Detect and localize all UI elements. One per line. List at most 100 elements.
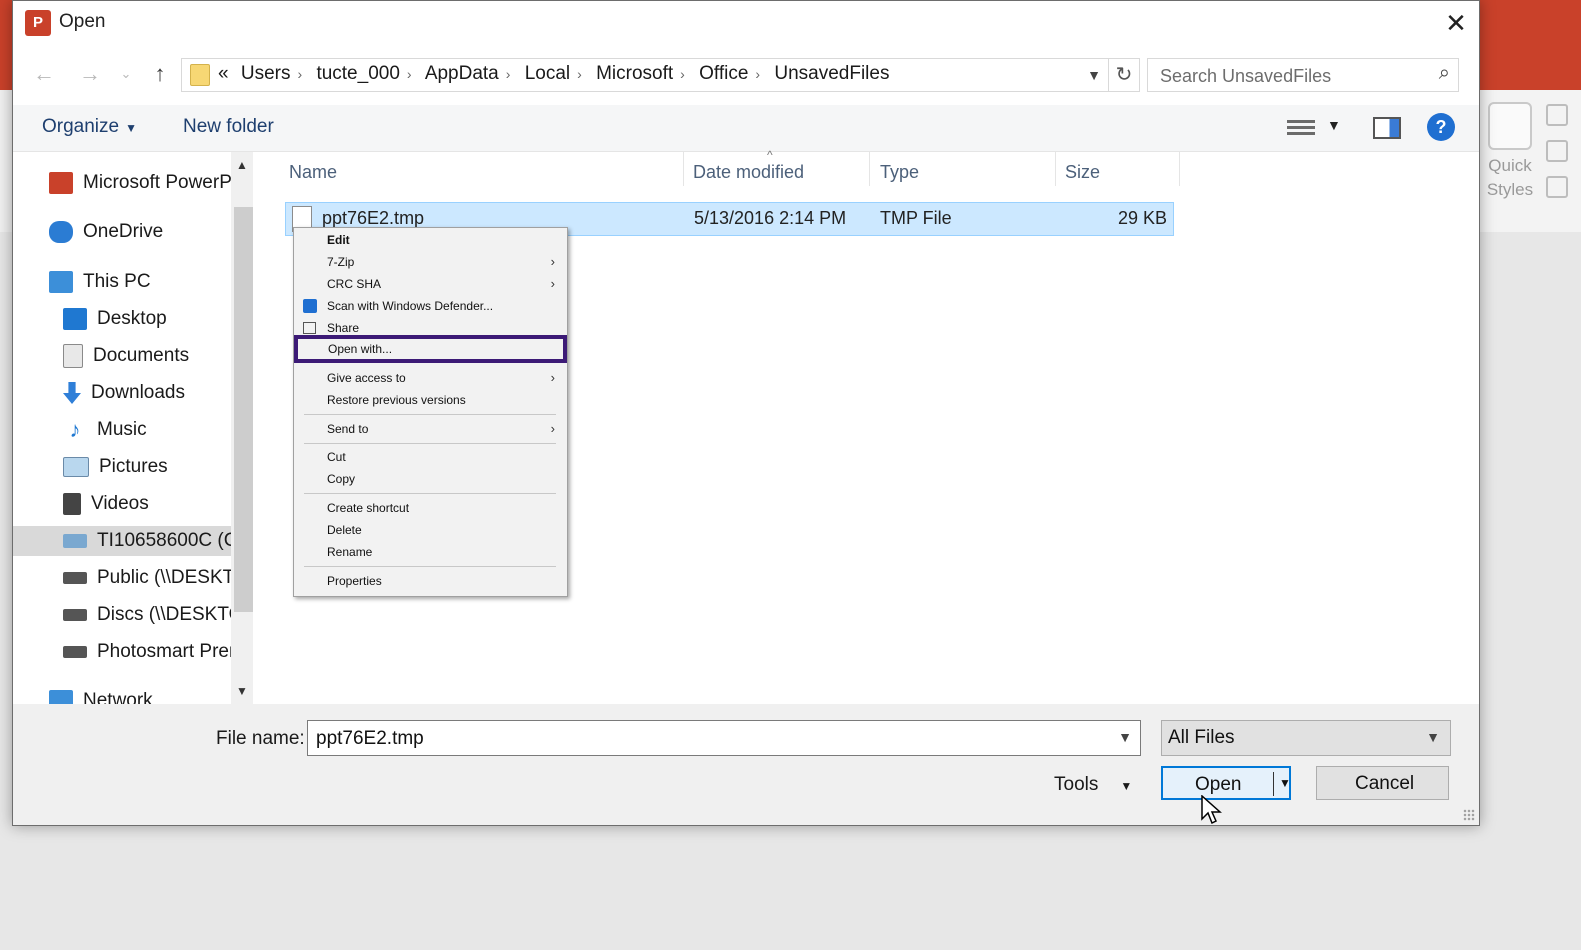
breadcrumb-microsoft[interactable]: Microsoft — [596, 63, 673, 84]
nav-item-network[interactable]: Network — [49, 686, 153, 704]
menu-item-crc-sha[interactable]: CRC SHA › — [294, 273, 567, 295]
nav-item-discs[interactable]: Discs (\\DESKTO — [63, 600, 243, 630]
menu-item-rename[interactable]: Rename — [294, 541, 567, 563]
menu-separator — [304, 443, 556, 444]
shape-outline-icon[interactable] — [1546, 140, 1568, 162]
organize-button[interactable]: Organize ▼ — [42, 116, 137, 138]
downloads-icon — [63, 381, 81, 404]
quick-styles-button[interactable]: Quick Styles — [1480, 100, 1540, 202]
forward-button[interactable]: → — [75, 59, 105, 89]
menu-item-scan-defender[interactable]: Scan with Windows Defender... — [294, 295, 567, 317]
menu-item-delete[interactable]: Delete — [294, 519, 567, 541]
breadcrumb-local[interactable]: Local — [525, 63, 570, 84]
breadcrumb-separator-icon[interactable]: › — [407, 66, 412, 82]
breadcrumb-users[interactable]: Users — [241, 63, 291, 84]
column-header-date[interactable]: Date modified — [693, 162, 804, 183]
file-type-filter-select[interactable]: All Files ▼ — [1161, 720, 1451, 756]
videos-icon — [63, 492, 81, 515]
menu-separator — [304, 414, 556, 415]
mouse-cursor-icon — [1201, 795, 1222, 825]
close-button[interactable]: ✕ — [1433, 1, 1479, 45]
nav-item-powerpoint[interactable]: Microsoft PowerP — [49, 168, 232, 198]
preview-pane-icon[interactable] — [1373, 117, 1401, 139]
resize-grip-icon[interactable] — [1463, 809, 1475, 821]
breadcrumb-separator-icon[interactable]: › — [680, 66, 685, 82]
drive-icon — [63, 533, 87, 548]
quick-styles-label-1: Quick — [1488, 156, 1532, 175]
up-button[interactable]: ↑ — [145, 59, 175, 89]
breadcrumb-overflow[interactable]: « — [218, 63, 229, 84]
menu-item-edit[interactable]: Edit — [294, 229, 567, 251]
breadcrumb-office[interactable]: Office — [699, 63, 748, 84]
view-details-icon[interactable] — [1287, 117, 1315, 139]
view-options-caret-icon[interactable]: ▼ — [1327, 117, 1341, 133]
column-divider[interactable] — [1055, 152, 1056, 186]
menu-item-open-with[interactable]: Open with... — [294, 335, 567, 363]
breadcrumb-user[interactable]: tucte_000 — [316, 63, 399, 84]
recent-locations-button[interactable]: ⌄ — [111, 59, 141, 89]
breadcrumb-separator-icon[interactable]: › — [297, 66, 302, 82]
menu-item-copy[interactable]: Copy — [294, 468, 567, 490]
navigation-scrollbar[interactable]: ▲ ▼ — [231, 152, 253, 704]
nav-item-photosmart[interactable]: Photosmart Prem — [63, 637, 245, 667]
shape-fill-icon[interactable] — [1546, 104, 1568, 126]
submenu-arrow-icon: › — [550, 276, 555, 291]
pc-icon — [49, 270, 73, 293]
breadcrumb-separator-icon[interactable]: › — [506, 66, 511, 82]
breadcrumb-appdata[interactable]: AppData — [425, 63, 499, 84]
network-drive-icon — [63, 608, 87, 621]
breadcrumb-separator-icon[interactable]: › — [755, 66, 760, 82]
column-header-name[interactable]: Name — [289, 162, 337, 183]
nav-item-this-pc[interactable]: This PC — [49, 267, 151, 297]
folder-icon — [190, 64, 210, 86]
nav-item-public[interactable]: Public (\\DESKTO — [63, 563, 249, 593]
caret-down-icon: ▼ — [125, 121, 137, 135]
menu-item-restore-versions[interactable]: Restore previous versions — [294, 389, 567, 411]
open-options-caret-icon[interactable]: ▼ — [1279, 776, 1291, 790]
tools-button[interactable]: Tools ▼ — [1054, 774, 1132, 796]
search-input[interactable] — [1158, 63, 1422, 89]
close-icon: ✕ — [1445, 8, 1467, 38]
menu-item-properties[interactable]: Properties — [294, 570, 567, 592]
open-button[interactable]: Open ▼ — [1161, 766, 1291, 800]
nav-item-onedrive[interactable]: OneDrive — [49, 217, 163, 247]
nav-item-documents[interactable]: Documents — [63, 341, 189, 371]
nav-item-downloads[interactable]: Downloads — [63, 378, 185, 408]
new-folder-button[interactable]: New folder — [183, 116, 274, 138]
menu-item-give-access[interactable]: Give access to › — [294, 367, 567, 389]
column-header-size[interactable]: Size — [1065, 162, 1100, 183]
nav-item-local-drive[interactable]: TI10658600C (C:) — [13, 526, 249, 556]
scrollbar-thumb[interactable] — [234, 207, 253, 612]
shape-effects-icon[interactable] — [1546, 176, 1568, 198]
forward-arrow-icon: → — [79, 61, 101, 86]
column-divider[interactable] — [869, 152, 870, 186]
nav-item-pictures[interactable]: Pictures — [63, 452, 168, 482]
help-icon[interactable]: ? — [1427, 113, 1455, 141]
menu-item-cut[interactable]: Cut — [294, 446, 567, 468]
column-header-type[interactable]: Type — [880, 162, 919, 183]
menu-item-send-to[interactable]: Send to › — [294, 418, 567, 440]
breadcrumb-unsavedfiles[interactable]: UnsavedFiles — [774, 63, 889, 84]
powerpoint-logo-icon: P — [25, 10, 51, 36]
scroll-up-icon[interactable]: ▲ — [231, 158, 253, 172]
address-history-dropdown[interactable]: ▼ — [1087, 62, 1101, 88]
address-bar[interactable]: « Users › tucte_000 › AppData › Local › Micr… — [181, 58, 1140, 92]
breadcrumb-separator-icon[interactable]: › — [577, 66, 582, 82]
menu-item-create-shortcut[interactable]: Create shortcut — [294, 497, 567, 519]
nav-item-desktop[interactable]: Desktop — [63, 304, 167, 334]
column-divider[interactable] — [683, 152, 684, 186]
nav-item-music[interactable]: ♪ Music — [63, 415, 147, 445]
column-divider[interactable] — [1179, 152, 1180, 186]
refresh-button[interactable]: ↻ — [1108, 59, 1139, 91]
menu-item-7zip[interactable]: 7-Zip › — [294, 251, 567, 273]
tools-label: Tools — [1054, 774, 1099, 795]
back-arrow-icon: ← — [33, 61, 55, 86]
cancel-button-label: Cancel — [1355, 773, 1415, 794]
search-icon[interactable]: ⌕ — [1439, 62, 1450, 85]
cancel-button[interactable]: Cancel — [1316, 766, 1449, 800]
back-button[interactable]: ← — [29, 59, 59, 89]
nav-item-videos[interactable]: Videos — [63, 489, 149, 519]
file-name-input[interactable] — [314, 725, 1098, 753]
scroll-down-icon[interactable]: ▼ — [231, 684, 253, 698]
chevron-down-icon[interactable]: ▼ — [1118, 729, 1132, 745]
